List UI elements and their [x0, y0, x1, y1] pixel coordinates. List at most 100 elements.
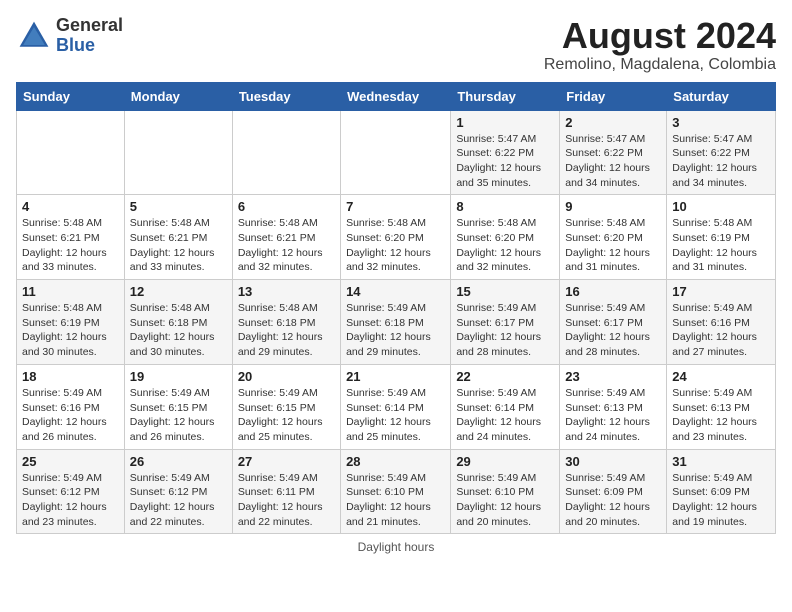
calendar-cell: 7Sunrise: 5:48 AM Sunset: 6:20 PM Daylig…: [341, 195, 451, 280]
calendar-cell: 9Sunrise: 5:48 AM Sunset: 6:20 PM Daylig…: [560, 195, 667, 280]
calendar-cell: 17Sunrise: 5:49 AM Sunset: 6:16 PM Dayli…: [667, 280, 776, 365]
day-number: 3: [672, 115, 770, 130]
calendar-cell: 2Sunrise: 5:47 AM Sunset: 6:22 PM Daylig…: [560, 110, 667, 195]
calendar-body: 1 Sunrise: 5:47 AM Sunset: 6:22 PM Daylig…: [17, 110, 776, 534]
location-subtitle: Remolino, Magdalena, Colombia: [544, 56, 776, 74]
days-of-week-row: SundayMondayTuesdayWednesdayThursdayFrid…: [17, 82, 776, 110]
day-number: 29: [456, 454, 554, 469]
calendar-cell: 23 Sunrise: 5:49 AM Sunset: 6:13 PM Dayli…: [560, 364, 667, 449]
month-year-title: August 2024: [544, 16, 776, 56]
day-number: 6: [238, 199, 335, 214]
calendar-cell: 24 Sunrise: 5:49 AM Sunset: 6:13 PM Dayli…: [667, 364, 776, 449]
header-sunday: Sunday: [17, 82, 125, 110]
day-info: Sunrise: 5:49 AM Sunset: 6:13 PM Dayligh…: [672, 386, 770, 445]
day-info: Sunrise: 5:48 AM Sunset: 6:18 PM Dayligh…: [130, 301, 227, 360]
day-info: Sunrise: 5:49 AM Sunset: 6:16 PM Dayligh…: [22, 386, 119, 445]
calendar-header: SundayMondayTuesdayWednesdayThursdayFrid…: [17, 82, 776, 110]
day-number: 8: [456, 199, 554, 214]
day-number: 22: [456, 369, 554, 384]
day-number: 23: [565, 369, 661, 384]
day-number: 17: [672, 284, 770, 299]
calendar-cell: 19 Sunrise: 5:49 AM Sunset: 6:15 PM Dayli…: [124, 364, 232, 449]
day-number: 15: [456, 284, 554, 299]
day-number: 4: [22, 199, 119, 214]
day-info: Sunrise: 5:49 AM Sunset: 6:12 PM Dayligh…: [130, 471, 227, 530]
calendar-cell: 6 Sunrise: 5:48 AM Sunset: 6:21 PM Daylig…: [232, 195, 340, 280]
day-info: Sunrise: 5:48 AM Sunset: 6:21 PM Dayligh…: [130, 216, 227, 275]
day-info: Sunrise: 5:48 AM Sunset: 6:19 PM Dayligh…: [22, 301, 119, 360]
header-friday: Friday: [560, 82, 667, 110]
calendar-cell: 1 Sunrise: 5:47 AM Sunset: 6:22 PM Daylig…: [451, 110, 560, 195]
logo-general-text: General: [56, 15, 123, 35]
day-number: 26: [130, 454, 227, 469]
day-info: Sunrise: 5:47 AM Sunset: 6:22 PM Dayligh…: [456, 132, 554, 191]
day-info: Sunrise: 5:48 AM Sunset: 6:18 PM Dayligh…: [238, 301, 335, 360]
calendar-cell: [124, 110, 232, 195]
calendar-cell: 20 Sunrise: 5:49 AM Sunset: 6:15 PM Dayli…: [232, 364, 340, 449]
title-block: August 2024 Remolino, Magdalena, Colombi…: [544, 16, 776, 74]
calendar-cell: 28Sunrise: 5:49 AM Sunset: 6:10 PM Dayli…: [341, 449, 451, 534]
footer-note: Daylight hours: [16, 540, 776, 554]
day-info: Sunrise: 5:47 AM Sunset: 6:22 PM Dayligh…: [565, 132, 661, 191]
calendar-cell: 26 Sunrise: 5:49 AM Sunset: 6:12 PM Dayli…: [124, 449, 232, 534]
day-number: 28: [346, 454, 445, 469]
calendar-cell: 27 Sunrise: 5:49 AM Sunset: 6:11 PM Dayli…: [232, 449, 340, 534]
calendar-cell: 21Sunrise: 5:49 AM Sunset: 6:14 PM Dayli…: [341, 364, 451, 449]
day-info: Sunrise: 5:49 AM Sunset: 6:15 PM Dayligh…: [238, 386, 335, 445]
day-number: 9: [565, 199, 661, 214]
day-number: 11: [22, 284, 119, 299]
calendar-cell: 4Sunrise: 5:48 AM Sunset: 6:21 PM Daylig…: [17, 195, 125, 280]
logo: General Blue: [16, 16, 123, 56]
page-header: General Blue August 2024 Remolino, Magda…: [16, 16, 776, 74]
header-monday: Monday: [124, 82, 232, 110]
logo-icon: [16, 18, 52, 54]
calendar-cell: 31Sunrise: 5:49 AM Sunset: 6:09 PM Dayli…: [667, 449, 776, 534]
calendar-cell: 16Sunrise: 5:49 AM Sunset: 6:17 PM Dayli…: [560, 280, 667, 365]
week-row-1: 1 Sunrise: 5:47 AM Sunset: 6:22 PM Daylig…: [17, 110, 776, 195]
calendar-cell: 11 Sunrise: 5:48 AM Sunset: 6:19 PM Dayli…: [17, 280, 125, 365]
day-info: Sunrise: 5:49 AM Sunset: 6:10 PM Dayligh…: [456, 471, 554, 530]
calendar-cell: 5Sunrise: 5:48 AM Sunset: 6:21 PM Daylig…: [124, 195, 232, 280]
day-number: 19: [130, 369, 227, 384]
day-number: 12: [130, 284, 227, 299]
day-info: Sunrise: 5:48 AM Sunset: 6:20 PM Dayligh…: [346, 216, 445, 275]
day-info: Sunrise: 5:49 AM Sunset: 6:14 PM Dayligh…: [346, 386, 445, 445]
week-row-5: 25Sunrise: 5:49 AM Sunset: 6:12 PM Dayli…: [17, 449, 776, 534]
calendar-cell: [17, 110, 125, 195]
day-number: 24: [672, 369, 770, 384]
day-number: 10: [672, 199, 770, 214]
day-info: Sunrise: 5:49 AM Sunset: 6:12 PM Dayligh…: [22, 471, 119, 530]
calendar-cell: 3Sunrise: 5:47 AM Sunset: 6:22 PM Daylig…: [667, 110, 776, 195]
calendar-cell: 25Sunrise: 5:49 AM Sunset: 6:12 PM Dayli…: [17, 449, 125, 534]
day-number: 13: [238, 284, 335, 299]
header-thursday: Thursday: [451, 82, 560, 110]
calendar-cell: 15 Sunrise: 5:49 AM Sunset: 6:17 PM Dayli…: [451, 280, 560, 365]
day-number: 30: [565, 454, 661, 469]
calendar-cell: 13 Sunrise: 5:48 AM Sunset: 6:18 PM Dayli…: [232, 280, 340, 365]
day-number: 27: [238, 454, 335, 469]
week-row-2: 4 Sunrise: 5:48 AM Sunset: 6:21 PM Daylig…: [17, 195, 776, 280]
header-tuesday: Tuesday: [232, 82, 340, 110]
week-row-4: 18Sunrise: 5:49 AM Sunset: 6:16 PM Dayli…: [17, 364, 776, 449]
day-number: 1: [456, 115, 554, 130]
day-info: Sunrise: 5:48 AM Sunset: 6:20 PM Dayligh…: [456, 216, 554, 275]
calendar-cell: 30 Sunrise: 5:49 AM Sunset: 6:09 PM Dayli…: [560, 449, 667, 534]
calendar-cell: 22 Sunrise: 5:49 AM Sunset: 6:14 PM Dayli…: [451, 364, 560, 449]
calendar-cell: [232, 110, 340, 195]
day-info: Sunrise: 5:48 AM Sunset: 6:21 PM Dayligh…: [238, 216, 335, 275]
day-info: Sunrise: 5:49 AM Sunset: 6:11 PM Dayligh…: [238, 471, 335, 530]
calendar-cell: [341, 110, 451, 195]
day-info: Sunrise: 5:49 AM Sunset: 6:09 PM Dayligh…: [672, 471, 770, 530]
day-info: Sunrise: 5:49 AM Sunset: 6:17 PM Dayligh…: [456, 301, 554, 360]
calendar-cell: 29 Sunrise: 5:49 AM Sunset: 6:10 PM Dayli…: [451, 449, 560, 534]
calendar-cell: 8 Sunrise: 5:48 AM Sunset: 6:20 PM Daylig…: [451, 195, 560, 280]
day-info: Sunrise: 5:49 AM Sunset: 6:13 PM Dayligh…: [565, 386, 661, 445]
day-info: Sunrise: 5:49 AM Sunset: 6:09 PM Dayligh…: [565, 471, 661, 530]
day-info: Sunrise: 5:49 AM Sunset: 6:15 PM Dayligh…: [130, 386, 227, 445]
day-number: 20: [238, 369, 335, 384]
calendar-table: SundayMondayTuesdayWednesdayThursdayFrid…: [16, 82, 776, 535]
day-info: Sunrise: 5:49 AM Sunset: 6:14 PM Dayligh…: [456, 386, 554, 445]
week-row-3: 11 Sunrise: 5:48 AM Sunset: 6:19 PM Dayli…: [17, 280, 776, 365]
calendar-cell: 14Sunrise: 5:49 AM Sunset: 6:18 PM Dayli…: [341, 280, 451, 365]
day-info: Sunrise: 5:48 AM Sunset: 6:19 PM Dayligh…: [672, 216, 770, 275]
